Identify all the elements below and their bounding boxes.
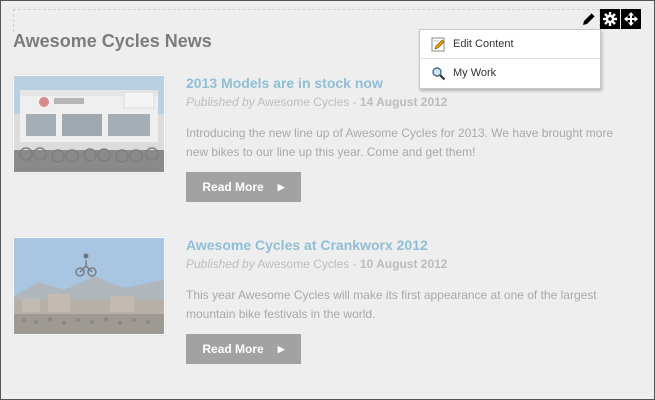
edit-content-icon xyxy=(430,36,446,52)
edit-toolbar xyxy=(579,9,641,29)
menu-item-edit-content[interactable]: Edit Content xyxy=(420,30,600,58)
move-icon[interactable] xyxy=(621,9,641,29)
gear-icon[interactable] xyxy=(600,9,620,29)
news-item: 2013 Models are in stock now Published b… xyxy=(13,75,643,205)
news-item: Awesome Cycles at Crankworx 2012 Publish… xyxy=(13,237,643,367)
published-label: Published by xyxy=(186,257,255,271)
post-meta: Published by Awesome Cycles - 14 August … xyxy=(186,95,447,109)
post-title-link[interactable]: Awesome Cycles at Crankworx 2012 xyxy=(186,237,428,253)
post-excerpt: This year Awesome Cycles will make its f… xyxy=(186,288,597,321)
post-thumbnail[interactable] xyxy=(13,237,165,335)
post-author: Awesome Cycles xyxy=(257,95,350,109)
published-label: Published by xyxy=(186,95,255,109)
post-date: 10 August 2012 xyxy=(359,257,448,271)
post-author: Awesome Cycles xyxy=(257,257,350,271)
meta-separator: - xyxy=(352,257,357,271)
post-title-link[interactable]: 2013 Models are in stock now xyxy=(186,75,383,91)
pencil-icon[interactable] xyxy=(579,9,599,29)
page-title: Awesome Cycles News xyxy=(13,31,212,51)
post-date: 14 August 2012 xyxy=(359,95,448,109)
content-frame: Awesome Cycles News Edit Content My Work… xyxy=(0,0,655,400)
read-more-label: Read More xyxy=(202,342,264,356)
meta-separator: - xyxy=(352,95,357,109)
chevron-right-icon: ▶ xyxy=(277,343,285,354)
read-more-label: Read More xyxy=(202,180,264,194)
chevron-right-icon: ▶ xyxy=(277,181,285,192)
post-excerpt: Introducing the new line up of Awesome C… xyxy=(186,126,614,159)
post-meta: Published by Awesome Cycles - 10 August … xyxy=(186,257,447,271)
read-more-button[interactable]: Read More ▶ xyxy=(186,334,301,364)
post-thumbnail[interactable] xyxy=(13,75,165,173)
read-more-button[interactable]: Read More ▶ xyxy=(186,172,301,202)
menu-item-label: Edit Content xyxy=(453,38,514,50)
